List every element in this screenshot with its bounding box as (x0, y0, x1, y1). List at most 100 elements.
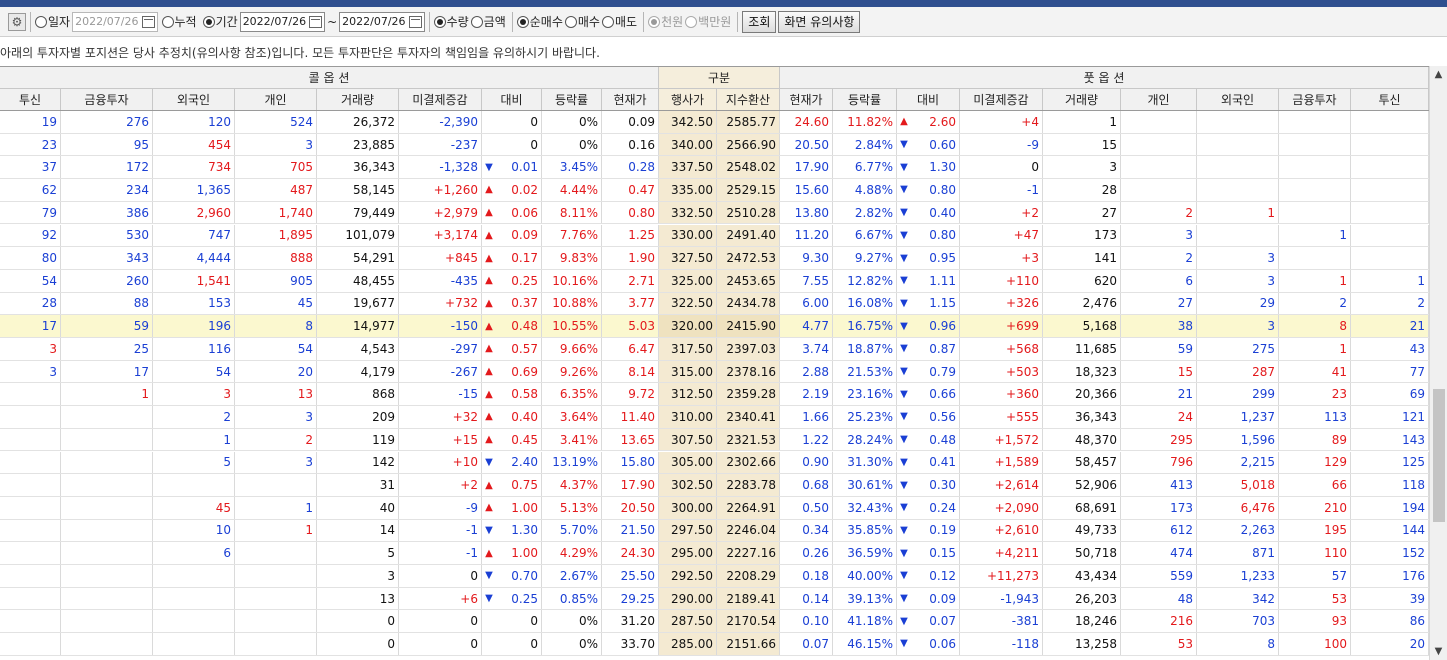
cell-call-foreigner: 196 (153, 315, 235, 337)
cell-call-current-price: 13.65 (602, 428, 659, 451)
table-row[interactable]: 13 +6 ▼ 0.25 0.85% 29.25 290.00 2189.41 0.14 39.1… (0, 587, 1429, 611)
cell-call-volume: 36,343 (317, 156, 399, 179)
column-header-put-trust[interactable]: 투신 (1351, 89, 1429, 110)
column-header-put-change-rate[interactable]: 등락률 (833, 89, 897, 110)
table-row[interactable]: 3 0 ▼ 0.70 2.67% 25.50 292.50 2208.29 0.18 40.00%… (0, 565, 1429, 588)
cell-put-individual: 559 (1121, 565, 1197, 587)
column-header-put-current-price[interactable]: 현재가 (780, 89, 833, 110)
query-button[interactable]: 조회 (742, 10, 777, 33)
period-from-date-field[interactable]: 2022/07/26 (239, 11, 326, 32)
column-header-call-open-interest-change[interactable]: 미결제증감 (399, 89, 482, 110)
cell-value: 2566.90 (726, 137, 776, 152)
calendar-icon[interactable] (309, 15, 323, 28)
cell-value: 1 (1417, 273, 1425, 288)
table-row[interactable]: 19 276 120 524 26,372 -2,390 0 0% 0.09 342.50 2585… (0, 111, 1429, 134)
cell-value: 54 (297, 341, 313, 356)
column-header-call-change-rate[interactable]: 등락률 (542, 89, 602, 110)
cell-value: 2359.28 (726, 387, 776, 402)
cell-put-volume: 49,733 (1043, 519, 1121, 542)
table-row[interactable]: 0 0 0 0% 31.20 287.50 2170.54 0.10 41.18% ▼ 0.07 -3… (0, 610, 1429, 634)
column-header-index-conversion[interactable]: 지수환산 (717, 89, 780, 110)
table-row[interactable]: 2 3 209 +32 ▲ 0.40 3.64% 11.40 310.00 2340.41 1.66… (0, 406, 1429, 429)
scroll-down-icon[interactable]: ▼ (1430, 643, 1447, 660)
cell-value: 1,365 (196, 182, 231, 197)
period-to-date-field[interactable]: 2022/07/26 (339, 11, 425, 32)
daily-radio[interactable]: 일자 (35, 13, 70, 30)
table-row[interactable]: 3 25 116 54 4,543 -297 ▲ 0.57 9.66% 6.47 317.50 239… (0, 338, 1429, 361)
cell-call-foreigner: 54 (153, 360, 235, 383)
cell-value: 1.90 (628, 251, 655, 266)
column-header-put-open-interest-change[interactable]: 미결제증감 (960, 89, 1043, 110)
cell-call-foreigner: 1 (153, 428, 235, 451)
table-row[interactable]: 92 530 747 1,895 101,079 +3,174 ▲ 0.09 7.76% 1.25… (0, 224, 1429, 248)
cell-put-individual: 2 (1121, 247, 1197, 269)
cell-value: 0.85% (559, 591, 598, 606)
cell-value: 312.50 (671, 387, 713, 402)
column-header-put-foreigner[interactable]: 외국인 (1197, 89, 1279, 110)
column-header-put-financial-investment[interactable]: 금융투자 (1279, 89, 1351, 110)
period-radio[interactable]: 기간 (202, 13, 238, 30)
cell-call-financial-investment (61, 406, 153, 428)
table-row[interactable]: 80 343 4,444 888 54,291 +845 ▲ 0.17 9.83% 1.90 327… (0, 247, 1429, 270)
column-header-put-change[interactable]: 대비 (897, 89, 960, 110)
column-header-call-current-price[interactable]: 현재가 (602, 89, 659, 110)
table-row[interactable]: 0 0 0 0% 33.70 285.00 2151.66 0.07 46.15% ▼ 0.06 -1… (0, 633, 1429, 656)
sell-radio[interactable]: 매도 (601, 13, 637, 30)
column-header-put-individual[interactable]: 개인 (1121, 89, 1197, 110)
table-row[interactable]: 54 260 1,541 905 48,455 -435 ▲ 0.25 10.16% 2.71 32… (0, 269, 1429, 293)
cell-value: 0 (530, 114, 538, 129)
up-triangle-icon: ▲ (485, 434, 493, 446)
net-buy-radio-circle[interactable] (516, 15, 529, 28)
cell-value: 2151.66 (726, 636, 776, 651)
vertical-scrollbar[interactable]: ▲ ▼ (1429, 66, 1447, 660)
table-row[interactable]: 79 386 2,960 1,740 79,449 +2,979 ▲ 0.06 8.11% 0.8… (0, 201, 1429, 225)
table-row[interactable]: 31 +2 ▲ 0.75 4.37% 17.90 302.50 2283.78 0.68 30.6… (0, 474, 1429, 497)
scroll-up-icon[interactable]: ▲ (1430, 66, 1447, 83)
column-header-call-foreigner[interactable]: 외국인 (153, 89, 235, 110)
column-header-call-volume[interactable]: 거래량 (317, 89, 399, 110)
scrollbar-thumb[interactable] (1433, 389, 1445, 522)
table-row[interactable]: 62 234 1,365 487 58,145 +1,260 ▲ 0.02 4.44% 0.47 3… (0, 179, 1429, 202)
gear-icon[interactable]: ⚙ (8, 12, 26, 31)
table-row[interactable]: 1 3 13 868 -15 ▲ 0.58 6.35% 9.72 312.50 2359.28 2.1… (0, 383, 1429, 407)
column-header-call-individual[interactable]: 개인 (235, 89, 317, 110)
cell-put-individual: 38 (1121, 315, 1197, 337)
cumulative-radio[interactable]: 누적 (161, 13, 197, 30)
cell-index-conversion: 2189.41 (717, 587, 780, 610)
column-header-put-volume[interactable]: 거래량 (1043, 89, 1121, 110)
cell-put-individual: 24 (1121, 406, 1197, 428)
column-header-call-trust[interactable]: 투신 (0, 89, 61, 110)
cell-value: 41.18% (847, 614, 893, 629)
table-row[interactable]: 10 1 14 -1 ▼ 1.30 5.70% 21.50 297.50 2246.04 0.34 3… (0, 519, 1429, 543)
table-row[interactable]: 5 3 142 +10 ▼ 2.40 13.19% 15.80 305.00 2302.66 0.9… (0, 451, 1429, 475)
daily-radio-circle[interactable] (35, 15, 47, 28)
table-row[interactable]: 23 95 454 3 23,885 -237 0 0% 0.16 340.00 2566.90 20… (0, 133, 1429, 157)
table-row[interactable]: 28 88 153 45 19,677 +732 ▲ 0.37 10.88% 3.77 322.50… (0, 292, 1429, 316)
column-header-call-financial-investment[interactable]: 금융투자 (61, 89, 153, 110)
calendar-icon[interactable] (408, 15, 422, 28)
table-row[interactable]: 45 1 40 -9 ▲ 1.00 5.13% 20.50 300.00 2264.91 0.50 3… (0, 496, 1429, 520)
table-row[interactable]: 1 2 119 +15 ▲ 0.45 3.41% 13.65 307.50 2321.53 1.22… (0, 428, 1429, 452)
screen-notes-button[interactable]: 화면 유의사항 (778, 10, 861, 33)
sell-radio-circle[interactable] (601, 15, 614, 28)
cell-value: 59 (133, 319, 149, 334)
quantity-radio[interactable]: 수량 (433, 13, 469, 30)
amount-radio[interactable]: 금액 (470, 13, 506, 30)
cell-put-change: ▼ 0.07 (897, 610, 960, 633)
period-radio-circle[interactable] (202, 15, 215, 28)
column-header-strike-price[interactable]: 행사가 (659, 89, 717, 110)
table-row-at-the-money[interactable]: 17 59 196 8 14,977 -150 ▲ 0.48 10.55% 5.03 320.00 2… (0, 315, 1429, 338)
column-header-call-change[interactable]: 대비 (482, 89, 542, 110)
amount-radio-circle[interactable] (470, 15, 483, 28)
table-row[interactable]: 37 172 734 705 36,343 -1,328 ▼ 0.01 3.45% 0.28 337… (0, 156, 1429, 180)
down-triangle-icon: ▼ (900, 502, 908, 514)
table-row[interactable]: 3 17 54 20 4,179 -267 ▲ 0.69 9.26% 8.14 315.00 2378… (0, 360, 1429, 384)
buy-radio[interactable]: 매수 (564, 13, 600, 30)
quantity-radio-circle[interactable] (433, 15, 446, 28)
net-buy-radio[interactable]: 순매수 (516, 13, 563, 30)
table-row[interactable]: 6 5 -1 ▲ 1.00 4.29% 24.30 295.00 2227.16 0.26 36.5… (0, 542, 1429, 565)
cell-value: 287.50 (671, 614, 713, 629)
cell-put-individual: 612 (1121, 519, 1197, 542)
cumulative-radio-circle[interactable] (161, 15, 174, 28)
buy-radio-circle[interactable] (564, 15, 577, 28)
